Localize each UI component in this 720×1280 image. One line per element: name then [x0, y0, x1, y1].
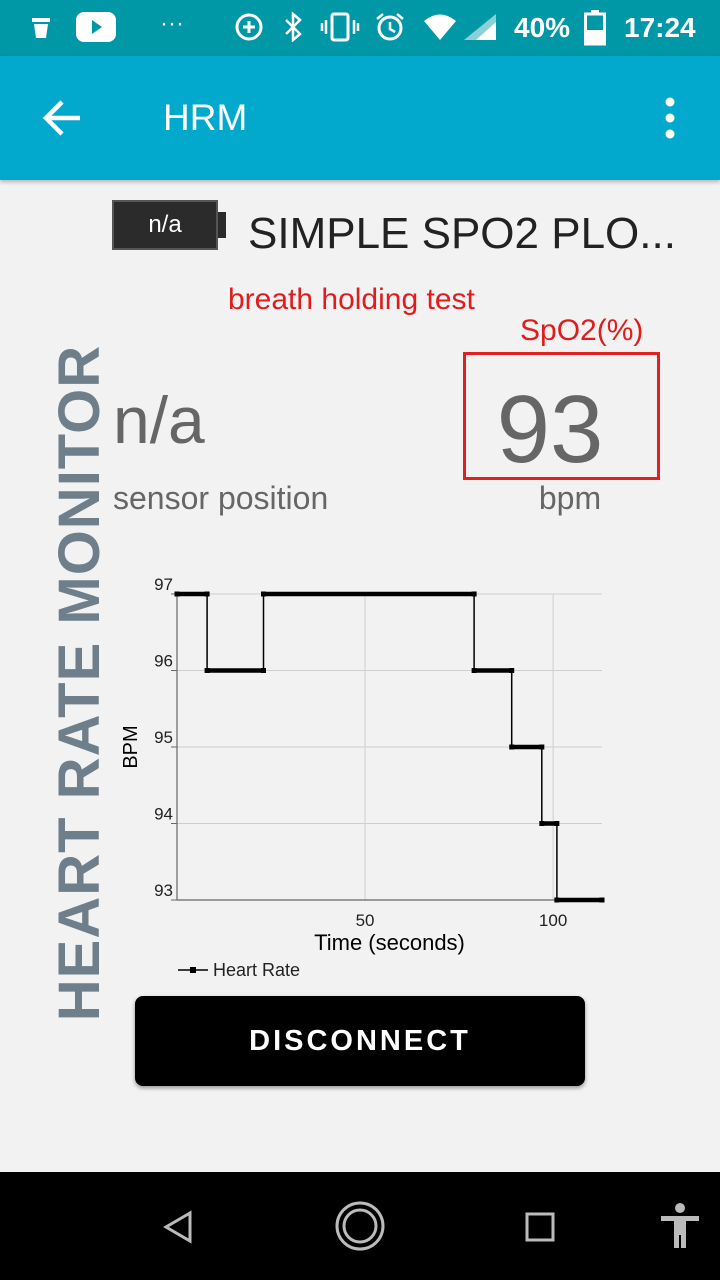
data-point: [174, 591, 180, 597]
broom-icon: [32, 18, 50, 38]
data-point: [261, 591, 267, 597]
data-point: [204, 591, 210, 597]
annotation-note: breath holding test: [228, 283, 475, 316]
y-axis-label: BPM: [120, 725, 142, 768]
heart-rate-unit: bpm: [538, 480, 602, 516]
home-circle-icon[interactable]: [334, 1200, 386, 1252]
heart-rate-chart: 93 94 95 96 97 50 100 Heart Rate Time (seconds) B…: [120, 575, 605, 980]
overflow-dots: ···: [160, 10, 184, 37]
recents-square-icon[interactable]: [525, 1212, 555, 1242]
vibrate-icon: [320, 12, 360, 42]
data-point: [554, 897, 560, 903]
y-tick-label: 97: [154, 575, 173, 594]
signal-icon: [464, 14, 496, 40]
vertical-title: HEART RATE MONITOR: [47, 344, 112, 1022]
legend-label: Heart Rate: [213, 960, 300, 980]
status-bar: ··· 40% 17:24: [0, 0, 720, 56]
battery-icon: [584, 10, 606, 46]
clock: 17:24: [624, 12, 696, 43]
battery-percent: 40%: [514, 12, 571, 43]
app-bar: HRM: [0, 56, 720, 180]
data-saver-icon: [235, 13, 263, 41]
x-axis-label: Time (seconds): [314, 930, 465, 955]
spo2-label: SpO2(%): [520, 314, 644, 347]
back-triangle-icon[interactable]: [162, 1210, 196, 1244]
disconnect-button[interactable]: DISCONNECT: [135, 996, 585, 1086]
accessibility-icon[interactable]: [658, 1202, 702, 1250]
wifi-icon: [424, 14, 456, 40]
back-arrow-icon[interactable]: [40, 96, 84, 140]
data-point: [554, 821, 560, 826]
alarm-icon: [376, 13, 404, 41]
y-tick-label: 93: [154, 881, 173, 900]
sensor-position-value: n/a: [113, 383, 205, 457]
device-battery-tip: [218, 212, 226, 238]
heart-rate-value: 93: [496, 376, 604, 483]
data-point: [509, 744, 515, 750]
more-vert-icon[interactable]: [650, 96, 690, 140]
data-point: [599, 897, 605, 903]
data-point: [539, 821, 545, 826]
data-point: [471, 591, 477, 597]
data-point: [261, 668, 267, 673]
y-tick-label: 94: [154, 805, 173, 824]
data-point: [539, 744, 545, 750]
device-name: SIMPLE SPO2 PLO...: [248, 209, 676, 258]
y-tick-label: 96: [154, 652, 173, 671]
data-point: [471, 668, 477, 673]
bluetooth-icon: [285, 12, 302, 42]
x-tick-label: 100: [539, 911, 567, 930]
nav-bar: [0, 1172, 720, 1280]
sensor-position-label: sensor position: [113, 480, 329, 516]
app-title: HRM: [163, 97, 248, 138]
device-battery: n/a: [112, 200, 218, 250]
youtube-icon: [76, 12, 116, 42]
y-tick-label: 95: [154, 728, 173, 747]
legend-marker: [190, 967, 196, 973]
x-tick-label: 50: [356, 911, 375, 930]
data-point: [509, 668, 515, 673]
data-point: [204, 668, 210, 673]
